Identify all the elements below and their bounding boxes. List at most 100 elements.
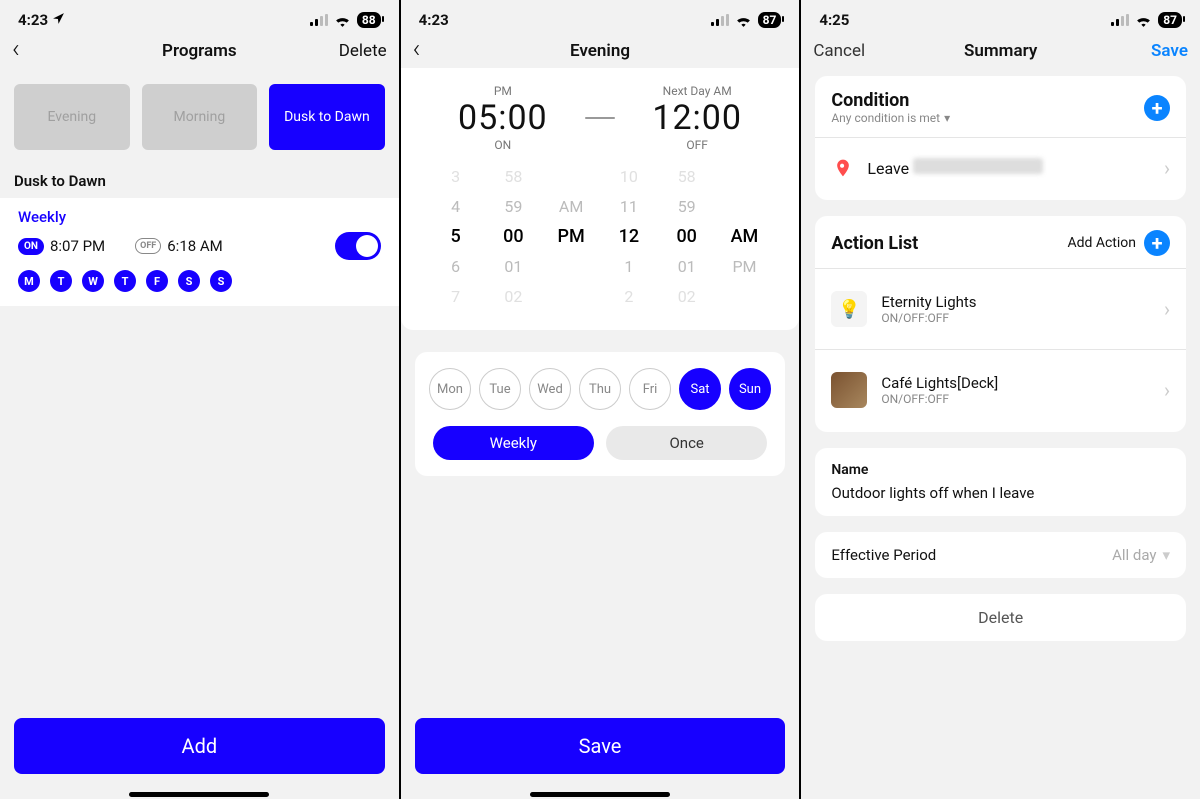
day-sat[interactable]: Sat xyxy=(679,368,721,410)
seg-once[interactable]: Once xyxy=(606,426,767,460)
add-action-button[interactable]: + xyxy=(1144,230,1170,256)
product-photo-icon xyxy=(831,372,867,408)
home-indicator xyxy=(129,792,269,797)
effective-period-value: All day xyxy=(1112,546,1156,564)
wifi-icon xyxy=(1135,14,1152,27)
redacted-address xyxy=(913,158,1043,174)
program-card[interactable]: Weekly ON 8:07 PM OFF 6:18 AM M T W xyxy=(0,198,399,306)
delete-button[interactable]: Delete xyxy=(815,594,1186,641)
tab-morning[interactable]: Morning xyxy=(142,84,258,150)
screen-programs: 4:23 88 ‹ Programs Delete E xyxy=(0,0,399,799)
condition-title: Condition xyxy=(831,90,950,111)
add-condition-button[interactable]: + xyxy=(1144,95,1170,121)
action-row[interactable]: 💡 Eternity Lights ON/OFF:OFF › xyxy=(831,281,1170,337)
on-time: 8:07 PM xyxy=(50,237,105,255)
wheel-on-hour: 3 4 5 6 7 xyxy=(427,164,485,310)
wheel-on-ampm: AM PM xyxy=(542,164,600,310)
condition-card: Condition Any condition is met ▾ + Leave… xyxy=(815,76,1186,200)
battery-icon: 87 xyxy=(758,12,782,28)
off-time-block[interactable]: Next Day AM 12:00 OFF xyxy=(625,84,769,152)
wifi-icon xyxy=(334,14,351,27)
day-mon[interactable]: Mon xyxy=(429,368,471,410)
day-tue[interactable]: Tue xyxy=(479,368,521,410)
day-wed[interactable]: W xyxy=(82,270,104,292)
day-circles: Mon Tue Wed Thu Fri Sat Sun xyxy=(423,368,778,410)
chevron-down-icon: ▾ xyxy=(1162,546,1170,564)
wheel-off-minute: 58 59 00 01 02 xyxy=(658,164,716,310)
frequency-card: Mon Tue Wed Thu Fri Sat Sun Weekly Once xyxy=(415,352,786,476)
save-button[interactable]: Save xyxy=(1128,41,1188,61)
status-time: 4:23 xyxy=(419,11,449,29)
action-row[interactable]: Café Lights[Deck] ON/OFF:OFF › xyxy=(831,362,1170,418)
seg-weekly[interactable]: Weekly xyxy=(433,426,594,460)
back-button[interactable]: ‹ xyxy=(413,36,421,62)
action-name: Café Lights[Deck] xyxy=(881,374,1150,392)
cellular-icon xyxy=(711,14,729,26)
battery-icon: 88 xyxy=(357,12,381,28)
action-sub: ON/OFF:OFF xyxy=(881,311,1150,325)
wifi-icon xyxy=(735,14,752,27)
chevron-right-icon: › xyxy=(1164,156,1170,180)
status-bar: 4:25 87 xyxy=(811,6,1190,34)
screen-evening: 4:23 87 ‹ Evening PM 05:00 xyxy=(401,0,800,799)
time-wheels[interactable]: 3 4 5 6 7 58 59 00 01 02 AM PM xyxy=(411,156,790,314)
add-action-label[interactable]: Add Action xyxy=(1067,235,1136,251)
tab-dusk-to-dawn[interactable]: Dusk to Dawn xyxy=(269,84,385,150)
action-name: Eternity Lights xyxy=(881,293,1150,311)
time-picker-card: PM 05:00 ON Next Day AM 12:00 OFF 3 4 5 … xyxy=(401,68,800,330)
day-wed[interactable]: Wed xyxy=(529,368,571,410)
cellular-icon xyxy=(310,14,328,26)
name-card[interactable]: Name Outdoor lights off when I leave xyxy=(815,448,1186,516)
tab-evening[interactable]: Evening xyxy=(14,84,130,150)
back-button[interactable]: ‹ xyxy=(12,36,20,62)
status-bar: 4:23 88 xyxy=(10,6,389,34)
home-indicator xyxy=(530,792,670,797)
chevron-right-icon: › xyxy=(1164,378,1170,402)
location-icon xyxy=(52,11,65,29)
enabled-toggle[interactable] xyxy=(335,232,381,260)
day-mon[interactable]: M xyxy=(18,270,40,292)
nav-title: Evening xyxy=(570,41,630,61)
time-dash xyxy=(585,117,615,119)
nav-header: ‹ Evening xyxy=(411,34,790,68)
frequency-segment: Weekly Once xyxy=(433,426,768,460)
day-sun[interactable]: S xyxy=(210,270,232,292)
nav-header: Cancel Summary Save xyxy=(811,34,1190,68)
status-time: 4:25 xyxy=(819,11,849,29)
condition-mode-dropdown[interactable]: Any condition is met ▾ xyxy=(831,111,950,125)
status-time: 4:23 xyxy=(18,11,48,29)
name-value: Outdoor lights off when I leave xyxy=(831,484,1170,502)
day-tue[interactable]: T xyxy=(50,270,72,292)
save-button[interactable]: Save xyxy=(415,718,786,774)
program-title: Weekly xyxy=(18,208,381,226)
effective-period-row[interactable]: Effective Period All day ▾ xyxy=(815,532,1186,578)
status-bar: 4:23 87 xyxy=(411,6,790,34)
day-sat[interactable]: S xyxy=(178,270,200,292)
cancel-button[interactable]: Cancel xyxy=(813,41,873,61)
on-badge: ON xyxy=(18,238,44,255)
day-thu[interactable]: T xyxy=(114,270,136,292)
section-label: Dusk to Dawn xyxy=(10,168,389,198)
wheel-off-hour: 10 11 12 1 2 xyxy=(600,164,658,310)
effective-period-label: Effective Period xyxy=(831,546,936,564)
action-list-title: Action List xyxy=(831,233,918,254)
action-sub: ON/OFF:OFF xyxy=(881,392,1150,406)
light-string-icon: 💡 xyxy=(831,291,867,327)
name-label: Name xyxy=(831,462,1170,478)
nav-title: Programs xyxy=(162,41,237,61)
wheel-on-minute: 58 59 00 01 02 xyxy=(484,164,542,310)
action-list-card: Action List Add Action + 💡 Eternity Ligh… xyxy=(815,216,1186,432)
wheel-off-ampm: AM PM xyxy=(716,164,774,310)
screen-summary: 4:25 87 Cancel Summary Save Condition xyxy=(801,0,1200,799)
add-button[interactable]: Add xyxy=(14,718,385,774)
location-pin-icon xyxy=(831,156,855,180)
condition-item[interactable]: Leave › xyxy=(831,150,1170,186)
day-thu[interactable]: Thu xyxy=(579,368,621,410)
delete-action[interactable]: Delete xyxy=(327,41,387,61)
day-fri[interactable]: Fri xyxy=(629,368,671,410)
off-time: 6:18 AM xyxy=(167,237,223,255)
day-fri[interactable]: F xyxy=(146,270,168,292)
on-time-block[interactable]: PM 05:00 ON xyxy=(431,84,575,152)
day-sun[interactable]: Sun xyxy=(729,368,771,410)
day-chips: M T W T F S S xyxy=(18,270,381,292)
